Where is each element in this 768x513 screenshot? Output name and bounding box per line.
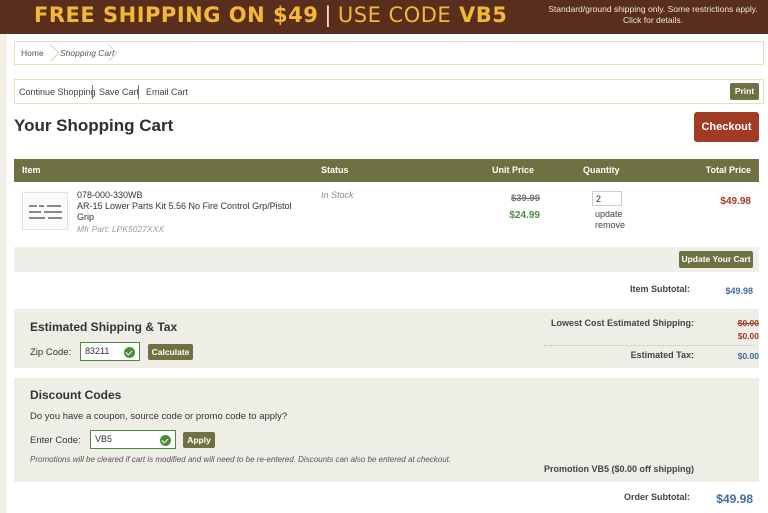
product-sku: 078-000-330WB xyxy=(77,190,143,200)
checkout-button[interactable]: Checkout xyxy=(694,112,759,142)
valid-check-icon xyxy=(124,347,135,358)
header-unit-price: Unit Price xyxy=(492,165,535,175)
cart-table-header: Item Status Unit Price Quantity Total Pr… xyxy=(14,159,759,182)
discount-codes-panel: Discount Codes Do you have a coupon, sou… xyxy=(14,378,759,482)
summary-divider xyxy=(544,345,754,346)
remove-item-link[interactable]: remove xyxy=(595,220,625,230)
header-item: Item xyxy=(22,165,41,175)
discount-question: Do you have a coupon, source code or pro… xyxy=(30,411,288,422)
enter-code-label: Enter Code: xyxy=(30,435,81,446)
promo-code-value: VB5 xyxy=(95,434,113,444)
discount-codes-title: Discount Codes xyxy=(30,388,122,402)
breadcrumb-chevron-icon xyxy=(51,44,52,62)
estimated-tax-label: Estimated Tax: xyxy=(630,350,694,360)
save-cart-link[interactable]: Save Cart xyxy=(99,87,139,97)
print-button[interactable]: Print xyxy=(730,83,759,100)
breadcrumb-home[interactable]: Home xyxy=(21,48,44,58)
valid-check-icon xyxy=(160,435,171,446)
breadcrumb-chevron-icon xyxy=(109,44,110,62)
banner-offer-text: FREE SHIPPING ON $49 xyxy=(34,3,319,27)
shipping-tax-title: Estimated Shipping & Tax xyxy=(30,320,178,334)
shipping-estimate-value: $0.00 xyxy=(737,331,759,341)
promotion-note: Promotions will be cleared if cart is mo… xyxy=(30,455,452,464)
header-total-price: Total Price xyxy=(705,165,751,175)
continue-shopping-link[interactable]: Continue Shopping xyxy=(19,87,96,97)
banner-headline: FREE SHIPPING ON $49 | USE CODE VB5 xyxy=(34,3,507,27)
header-status: Status xyxy=(321,165,349,175)
stock-status: In Stock xyxy=(321,190,354,200)
banner-note[interactable]: Standard/ground shipping only. Some rest… xyxy=(548,4,758,26)
shipping-estimate-label: Lowest Cost Estimated Shipping: xyxy=(550,318,694,328)
estimated-shipping-panel: Estimated Shipping & Tax Zip Code: 83211… xyxy=(14,309,759,368)
banner-code-prefix: USE CODE xyxy=(337,3,452,27)
free-shipping-banner[interactable]: FREE SHIPPING ON $49 | USE CODE VB5 Standa… xyxy=(0,0,768,34)
line-total: $49.98 xyxy=(720,196,751,207)
update-cart-bar: Update Your Cart xyxy=(14,247,759,272)
table-row: 078-000-330WB AR-15 Lower Parts Kit 5.56… xyxy=(14,182,759,246)
zip-code-label: Zip Code: xyxy=(30,347,72,358)
shipping-original-value: $0.00 xyxy=(737,318,759,328)
order-subtotal-label: Order Subtotal: xyxy=(623,492,690,502)
original-price: $39.99 xyxy=(510,193,540,204)
calculate-button[interactable]: Calculate xyxy=(148,344,193,360)
product-name-link[interactable]: AR-15 Lower Parts Kit 5.56 No Fire Contr… xyxy=(77,201,309,223)
estimated-tax-value: $0.00 xyxy=(737,351,759,361)
banner-note-restrictions: Standard/ground shipping only. Some rest… xyxy=(548,4,758,14)
zip-code-input[interactable]: 83211 xyxy=(80,342,140,361)
item-subtotal-value: $49.98 xyxy=(725,286,753,296)
banner-separator: | xyxy=(324,3,332,27)
email-cart-link[interactable]: Email Cart xyxy=(146,87,188,97)
breadcrumb: Home Shopping Cart xyxy=(14,41,764,65)
manufacturer-part: Mfr Part: LPK5027XXX xyxy=(77,224,164,234)
sale-price: $24.99 xyxy=(509,210,540,221)
order-subtotal-value: $49.98 xyxy=(716,492,753,506)
product-thumbnail[interactable] xyxy=(22,192,68,230)
update-quantity-link[interactable]: update xyxy=(595,209,623,219)
banner-code: VB5 xyxy=(459,3,508,27)
applied-promotion: Promotion VB5 ($0.00 off shipping) xyxy=(543,464,694,474)
item-subtotal-label: Item Subtotal: xyxy=(630,284,690,294)
banner-note-details-link[interactable]: Click for details. xyxy=(548,15,758,26)
action-divider xyxy=(92,85,93,99)
apply-code-button[interactable]: Apply xyxy=(183,432,215,448)
action-divider xyxy=(138,85,139,99)
update-cart-button[interactable]: Update Your Cart xyxy=(679,251,753,268)
page-title: Your Shopping Cart xyxy=(14,116,174,135)
cart-action-bar: Continue Shopping Save Cart Email Cart P… xyxy=(14,79,764,104)
quantity-input[interactable] xyxy=(592,191,622,206)
promo-code-input[interactable]: VB5 xyxy=(90,430,176,449)
cart-page: Home Shopping Cart Continue Shopping Sav… xyxy=(7,34,768,513)
zip-code-value: 83211 xyxy=(85,346,110,356)
header-quantity: Quantity xyxy=(583,165,620,175)
